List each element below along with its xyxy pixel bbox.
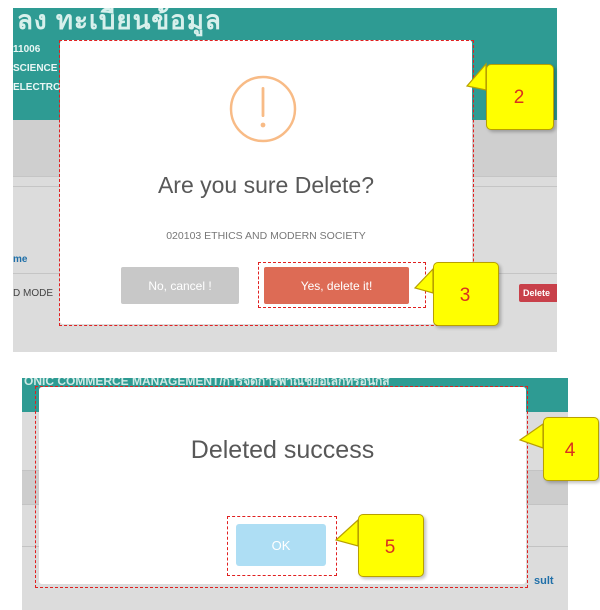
header-code-1: 11006 — [13, 44, 41, 55]
callout-2-label: 2 — [513, 87, 525, 108]
highlight-ok-button — [227, 516, 337, 576]
callout-5-label: 5 — [384, 537, 396, 558]
highlight-delete-button — [258, 262, 426, 308]
header-title: ลง ทะเบียนข้อมูล — [17, 8, 222, 35]
callout-3-label: 3 — [459, 285, 471, 306]
header-code-2: SCIENCE — [13, 63, 58, 74]
table-column-header: me — [13, 254, 28, 265]
row-delete-button[interactable]: Delete — [519, 284, 557, 302]
callout-4-label: 4 — [564, 440, 576, 461]
table-cell: D MODE — [13, 288, 53, 299]
column-header-fragment: sult — [534, 575, 554, 587]
